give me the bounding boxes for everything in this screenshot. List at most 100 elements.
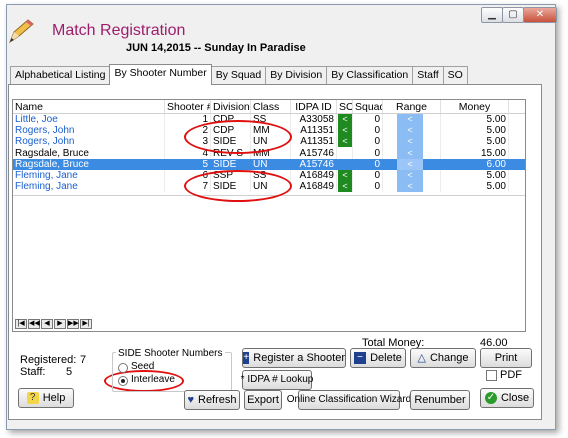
tab-by-classification[interactable]: By Classification [326, 66, 414, 84]
cell-range: < [383, 136, 441, 148]
so-flag[interactable]: < [338, 114, 352, 125]
triangle-icon: △ [417, 352, 426, 364]
grid-header: Name Shooter # Division Class IDPA ID SO… [13, 100, 525, 114]
col-name[interactable]: Name [13, 100, 165, 113]
idpa-lookup-button[interactable]: * IDPA # Lookup [241, 370, 313, 390]
nav-button[interactable]: ▶| [80, 319, 92, 329]
col-class[interactable]: Class [251, 100, 291, 113]
export-button[interactable]: Export [244, 390, 282, 410]
minus-icon: − [354, 352, 367, 364]
cell-money: 5.00 [441, 136, 509, 148]
staff-label: Staff: [20, 366, 46, 378]
cell-squad: 0 [353, 147, 383, 159]
so-flag[interactable]: < [338, 169, 352, 181]
range-selector[interactable]: < [397, 114, 423, 126]
col-idpa-id[interactable]: IDPA ID [291, 100, 337, 113]
cell-money: 5.00 [441, 114, 509, 126]
cell-name: Ragsdale, Bruce [13, 158, 165, 170]
window-title: Match Registration [52, 22, 186, 39]
tab-so[interactable]: SO [442, 66, 468, 84]
range-selector[interactable]: < [397, 136, 423, 148]
pdf-checkbox[interactable] [486, 370, 497, 381]
help-button[interactable]: ? Help [18, 388, 74, 408]
cell-range: < [383, 181, 441, 193]
range-selector[interactable]: < [397, 158, 423, 170]
cell-range: < [383, 114, 441, 126]
so-flag[interactable]: < [338, 136, 352, 148]
cell-squad: 0 [353, 181, 383, 193]
cell-squad: 0 [353, 125, 383, 137]
so-flag[interactable]: < [338, 181, 352, 193]
nav-button[interactable]: ▶ [54, 319, 66, 329]
cell-squad: 0 [353, 136, 383, 148]
close-button[interactable]: ✓ Close [480, 388, 534, 408]
interleave-label: Interleave [131, 374, 175, 385]
register-shooter-button[interactable]: + Register a Shooter [242, 348, 346, 368]
tab-by-shooter-number[interactable]: By Shooter Number [109, 64, 212, 85]
cell-name: Fleming, Jane [13, 181, 165, 193]
cell-idpa-id: A15746 [291, 147, 337, 159]
help-label: Help [42, 392, 66, 404]
cell-squad: 0 [353, 114, 383, 126]
cell-money: 5.00 [441, 181, 509, 193]
renumber-button[interactable]: Renumber [410, 390, 470, 410]
cell-division: SIDE [211, 158, 251, 170]
cell-so [337, 147, 353, 159]
col-money[interactable]: Money [441, 100, 509, 113]
cell-squad: 0 [353, 169, 383, 182]
col-so[interactable]: SO [337, 100, 353, 113]
cell-class: UN [251, 158, 291, 170]
registered-count: 7 [80, 354, 87, 366]
cell-range: < [383, 169, 441, 182]
range-selector[interactable]: < [397, 181, 423, 193]
cell-name: Little, Joe [13, 114, 165, 126]
col-shooter-number[interactable]: Shooter # [165, 100, 211, 113]
refresh-button[interactable]: ♥ Refresh [184, 390, 240, 410]
cell-name: Rogers, John [13, 125, 165, 137]
minimize-button[interactable]: ▁ [481, 7, 503, 23]
col-squad[interactable]: Squad [353, 100, 383, 113]
col-range[interactable]: Range [383, 100, 441, 113]
tab-by-squad[interactable]: By Squad [210, 66, 267, 84]
nav-button[interactable]: ◀ [41, 319, 53, 329]
cell-money: 5.00 [441, 125, 509, 137]
registered-label: Registered: [20, 354, 77, 366]
change-label: Change [429, 352, 469, 364]
cell-name: Ragsdale, Bruce [13, 147, 165, 159]
register-shooter-label: Register a Shooter [253, 352, 345, 364]
cell-so: < [337, 125, 353, 137]
question-icon: ? [26, 392, 39, 404]
nav-button[interactable]: ◀◀ [28, 319, 40, 329]
event-heading: JUN 14,2015 -- Sunday In Paradise [126, 42, 306, 54]
close-window-button[interactable]: ✕ [523, 7, 557, 23]
print-button[interactable]: Print [480, 348, 532, 368]
maximize-button[interactable]: ▢ [502, 7, 524, 23]
annotation-circle-rogers [184, 120, 292, 154]
nav-button[interactable]: |◀ [15, 319, 27, 329]
seed-radio[interactable] [118, 363, 128, 373]
cell-so: < [337, 136, 353, 148]
tab-by-division[interactable]: By Division [265, 66, 328, 84]
cell-so: < [337, 169, 353, 182]
cell-shooter-number: 5 [165, 158, 211, 170]
pencil-icon [8, 19, 34, 44]
nav-button[interactable]: ▶▶ [67, 319, 79, 329]
change-button[interactable]: △ Change [410, 348, 476, 368]
range-selector[interactable]: < [397, 169, 423, 182]
cell-squad: 0 [353, 158, 383, 170]
cell-name: Rogers, John [13, 136, 165, 148]
range-selector[interactable]: < [397, 147, 423, 159]
tab-staff[interactable]: Staff [412, 66, 444, 84]
cell-so: < [337, 181, 353, 193]
col-division[interactable]: Division [211, 100, 251, 113]
tab-alphabetical[interactable]: Alphabetical Listing [10, 66, 111, 84]
tab-strip: Alphabetical Listing By Shooter Number B… [10, 64, 468, 85]
so-flag[interactable]: < [338, 125, 352, 137]
interleave-radio[interactable] [118, 376, 128, 386]
classification-wizard-button[interactable]: Online Classification Wizard [287, 390, 411, 410]
table-row[interactable]: Ragsdale, Bruce 5 SIDE UN A15746 0 <6.00 [13, 158, 525, 170]
delete-button[interactable]: − Delete [350, 348, 406, 368]
staff-count: 5 [66, 366, 73, 378]
range-selector[interactable]: < [397, 125, 423, 137]
cell-range: < [383, 147, 441, 159]
